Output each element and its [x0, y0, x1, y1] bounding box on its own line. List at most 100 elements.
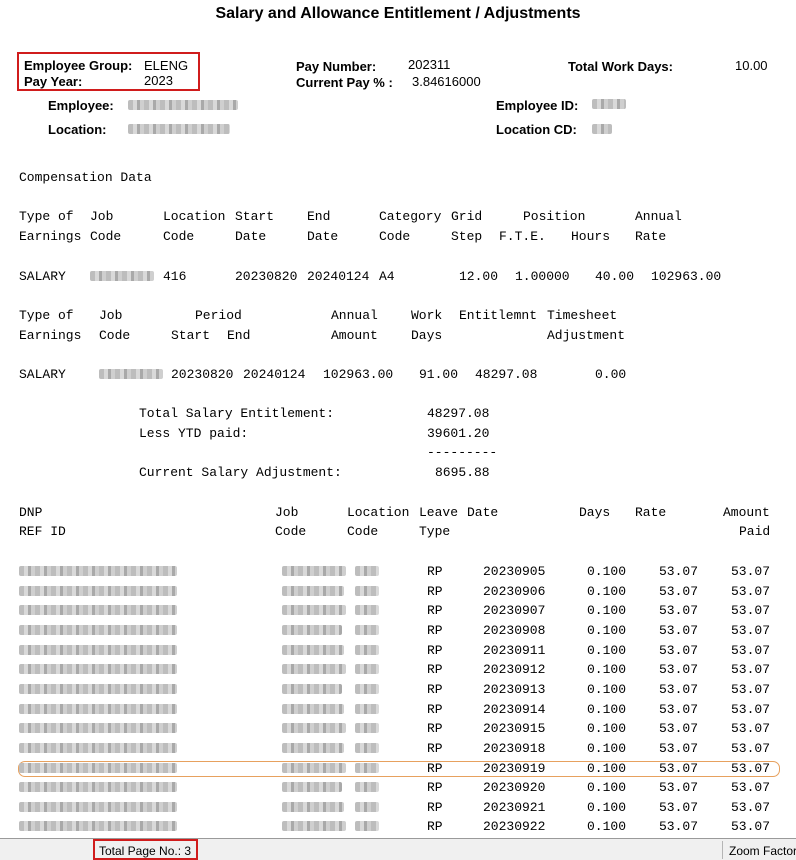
dnp-cell-amount: 53.07 — [731, 564, 771, 579]
dnp-location-code-redacted — [355, 684, 379, 694]
ent-row-end: 20240124 — [243, 367, 306, 382]
dnp-cell-date: 20230914 — [483, 702, 546, 717]
pay-year-value: 2023 — [144, 73, 173, 88]
dnp-cell-date: 20230908 — [483, 623, 546, 638]
dnp-header: Code — [347, 524, 379, 539]
dnp-cell-rate: 53.07 — [659, 564, 699, 579]
dnp-header: Paid — [739, 524, 771, 539]
location-redacted — [128, 124, 230, 134]
dnp-cell-days: 0.100 — [587, 564, 627, 579]
dnp-cell-days: 0.100 — [587, 603, 627, 618]
current-pay-pct-value: 3.84616000 — [412, 74, 481, 89]
location-cd-redacted — [592, 124, 612, 134]
dnp-cell-days: 0.100 — [587, 721, 627, 736]
dnp-location-code-redacted — [355, 704, 379, 714]
comp-header: Start — [235, 209, 275, 224]
dnp-location-code-redacted — [355, 743, 379, 753]
total-page-highlight-box — [93, 839, 198, 860]
comp-header: Category — [379, 209, 442, 224]
comp-header: Annual — [635, 209, 682, 224]
dnp-cell-type: RP — [427, 702, 443, 717]
dnp-cell-date: 20230915 — [483, 721, 546, 736]
ent-header: Earnings — [19, 328, 82, 343]
dnp-cell-type: RP — [427, 623, 443, 638]
dnp-header: REF ID — [19, 524, 66, 539]
comp-header: Date — [235, 229, 267, 244]
summary-less-value: 39601.20 — [427, 426, 490, 441]
dnp-cell-amount: 53.07 — [731, 800, 771, 815]
dnp-header: Type — [419, 524, 451, 539]
dnp-cell-rate: 53.07 — [659, 662, 699, 677]
comp-row-location: 416 — [163, 269, 187, 284]
dnp-cell-rate: 53.07 — [659, 682, 699, 697]
dnp-cell-date: 20230906 — [483, 584, 546, 599]
dnp-location-code-redacted — [355, 566, 379, 576]
dnp-cell-amount: 53.07 — [731, 741, 771, 756]
dnp-cell-amount: 53.07 — [731, 682, 771, 697]
dnp-cell-amount: 53.07 — [731, 662, 771, 677]
comp-header: Rate — [635, 229, 667, 244]
dnp-cell-rate: 53.07 — [659, 584, 699, 599]
employee-id-label: Employee ID: — [496, 98, 579, 113]
dnp-cell-days: 0.100 — [587, 643, 627, 658]
ent-header: Code — [99, 328, 131, 343]
dnp-cell-days: 0.100 — [587, 682, 627, 697]
dnp-cell-date: 20230920 — [483, 780, 546, 795]
comp-header: Code — [90, 229, 122, 244]
employee-name-redacted — [128, 100, 238, 110]
dnp-cell-days: 0.100 — [587, 662, 627, 677]
ent-header: Period — [195, 308, 242, 323]
dnp-ref-id-redacted — [19, 802, 177, 812]
dnp-ref-id-redacted — [19, 664, 177, 674]
dnp-job-code-redacted — [282, 566, 346, 576]
dnp-job-code-redacted — [282, 625, 342, 635]
comp-row-type: SALARY — [19, 269, 66, 284]
ent-row-adjustment: 0.00 — [595, 367, 627, 382]
dnp-cell-rate: 53.07 — [659, 800, 699, 815]
dnp-location-code-redacted — [355, 605, 379, 615]
dnp-cell-type: RP — [427, 584, 443, 599]
dnp-cell-date: 20230913 — [483, 682, 546, 697]
dnp-cell-amount: 53.07 — [731, 721, 771, 736]
comp-header: Step — [451, 229, 483, 244]
dnp-cell-date: 20230922 — [483, 819, 546, 834]
dnp-job-code-redacted — [282, 743, 344, 753]
summary-total-value: 48297.08 — [427, 406, 490, 421]
dnp-cell-type: RP — [427, 800, 443, 815]
dnp-cell-type: RP — [427, 721, 443, 736]
ent-row-entitlement: 48297.08 — [475, 367, 538, 382]
dnp-cell-days: 0.100 — [587, 761, 627, 776]
comp-header: End — [307, 209, 331, 224]
dnp-location-code-redacted — [355, 664, 379, 674]
dnp-cell-days: 0.100 — [587, 702, 627, 717]
dnp-job-code-redacted — [282, 645, 344, 655]
dnp-cell-rate: 53.07 — [659, 780, 699, 795]
dnp-job-code-redacted — [282, 664, 346, 674]
dnp-cell-amount: 53.07 — [731, 643, 771, 658]
dnp-location-code-redacted — [355, 821, 379, 831]
comp-header: Location — [163, 209, 226, 224]
dnp-cell-amount: 53.07 — [731, 702, 771, 717]
dnp-cell-type: RP — [427, 662, 443, 677]
dnp-cell-days: 0.100 — [587, 819, 627, 834]
dnp-job-code-redacted — [282, 763, 346, 773]
dnp-ref-id-redacted — [19, 684, 177, 694]
comp-row-fte: 1.00000 — [515, 269, 570, 284]
dnp-cell-rate: 53.07 — [659, 721, 699, 736]
dnp-cell-type: RP — [427, 819, 443, 834]
compensation-section-title: Compensation Data — [19, 170, 152, 185]
dnp-cell-amount: 53.07 — [731, 761, 771, 776]
pay-number-label: Pay Number: — [296, 59, 377, 74]
dnp-header: Leave — [419, 505, 459, 520]
ent-header: Type of — [19, 308, 74, 323]
dnp-location-code-redacted — [355, 802, 379, 812]
comp-row-end: 20240124 — [307, 269, 370, 284]
ent-row-annual: 102963.00 — [323, 367, 394, 382]
dnp-header: Amount — [723, 505, 770, 520]
comp-row-job-code-redacted — [90, 271, 154, 281]
dnp-cell-rate: 53.07 — [659, 819, 699, 834]
dnp-cell-amount: 53.07 — [731, 584, 771, 599]
ent-header: Entitlemnt — [459, 308, 538, 323]
dnp-cell-type: RP — [427, 643, 443, 658]
dnp-header: Rate — [635, 505, 667, 520]
